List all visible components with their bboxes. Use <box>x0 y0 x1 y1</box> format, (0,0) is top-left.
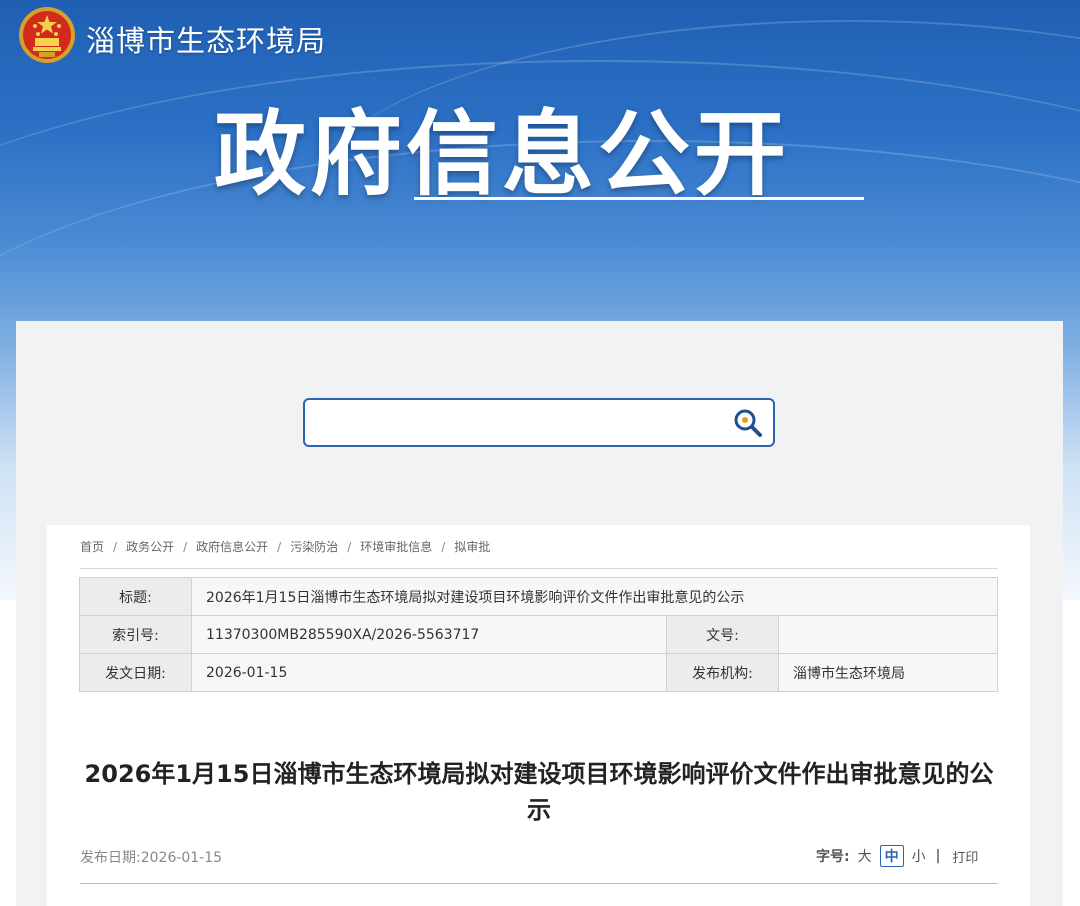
content-divider <box>80 883 998 884</box>
table-row: 标题: 2026年1月15日淄博市生态环境局拟对建设项目环境影响评价文件作出审批… <box>79 577 998 616</box>
font-size-label: 字号: <box>816 849 850 865</box>
article-title: 2026年1月15日淄博市生态环境局拟对建设项目环境影响评价文件作出审批意见的公… <box>84 760 994 824</box>
breadcrumb-separator: / <box>277 539 282 554</box>
publish-date-value: 2026-01-15 <box>140 850 223 866</box>
breadcrumb-pollution-control[interactable]: 污染防治 <box>290 538 338 555</box>
breadcrumb: 首页 / 政务公开 / 政府信息公开 / 污染防治 / 环境审批信息 / 拟审批 <box>80 538 490 555</box>
breadcrumb-separator: / <box>347 539 352 554</box>
font-size-control: 字号: 大 中 小 | 打印 <box>816 845 978 867</box>
doc-no-label: 文号: <box>666 615 779 654</box>
publish-date: 发布日期:2026-01-15 <box>80 847 222 867</box>
publisher-value: 淄博市生态环境局 <box>778 653 998 692</box>
divider: | <box>935 848 941 864</box>
publish-date-label: 发布日期: <box>80 850 141 866</box>
hero-underline <box>414 197 864 200</box>
font-size-large-button[interactable]: 大 <box>858 846 872 866</box>
breadcrumb-separator: / <box>113 539 118 554</box>
page-hero-title: 政府信息公开 <box>214 101 791 208</box>
index-value: 11370300MB285590XA/2026-5563717 <box>191 615 667 654</box>
index-label: 索引号: <box>79 615 192 654</box>
national-emblem-icon <box>19 7 75 63</box>
table-row: 索引号: 11370300MB285590XA/2026-5563717 文号: <box>79 615 998 654</box>
issue-date-value: 2026-01-15 <box>191 653 667 692</box>
search-input[interactable] <box>315 408 725 437</box>
table-row: 发文日期: 2026-01-15 发布机构: 淄博市生态环境局 <box>79 653 998 692</box>
search-icon[interactable] <box>731 406 765 440</box>
breadcrumb-separator: / <box>441 539 446 554</box>
font-size-small-button[interactable]: 小 <box>912 846 926 866</box>
breadcrumb-separator: / <box>183 539 188 554</box>
breadcrumb-info-disclosure[interactable]: 政府信息公开 <box>196 538 268 555</box>
publisher-label: 发布机构: <box>666 653 779 692</box>
breadcrumb-gov-affairs[interactable]: 政务公开 <box>126 538 174 555</box>
title-value: 2026年1月15日淄博市生态环境局拟对建设项目环境影响评价文件作出审批意见的公… <box>191 577 998 616</box>
search-box <box>303 398 775 447</box>
breadcrumb-pending-approval[interactable]: 拟审批 <box>454 538 490 555</box>
title-label: 标题: <box>79 577 192 616</box>
print-button[interactable]: 打印 <box>952 847 978 866</box>
breadcrumb-home[interactable]: 首页 <box>80 538 104 555</box>
issue-date-label: 发文日期: <box>79 653 192 692</box>
breadcrumb-env-approval[interactable]: 环境审批信息 <box>360 538 432 555</box>
metadata-table: 标题: 2026年1月15日淄博市生态环境局拟对建设项目环境影响评价文件作出审批… <box>79 577 998 692</box>
org-name: 淄博市生态环境局 <box>86 24 327 58</box>
doc-no-value <box>778 615 998 654</box>
font-size-medium-button[interactable]: 中 <box>879 845 904 867</box>
breadcrumb-divider <box>80 568 998 569</box>
